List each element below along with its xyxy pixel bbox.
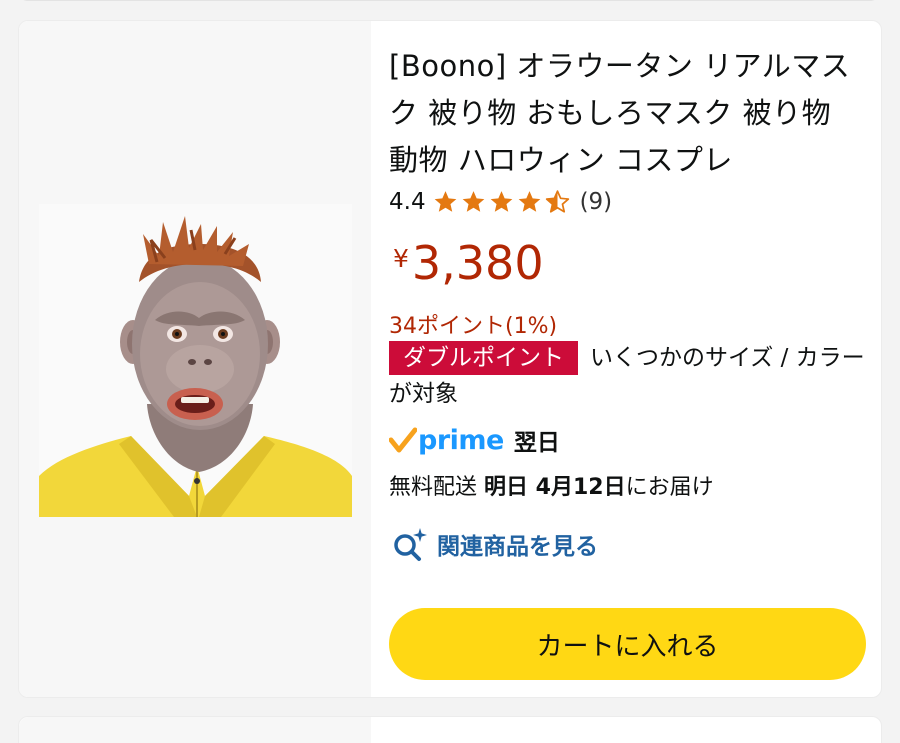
star-full-icon [434, 191, 456, 212]
delivery-prefix: 無料配送 [389, 475, 484, 500]
orangutan-mask-photo [39, 204, 352, 517]
search-results-page: [Boono] オラウータン リアルマスク 被り物 おもしろマスク 被り物 動物… [0, 0, 900, 743]
product-image-pane[interactable] [19, 21, 371, 697]
related-products-label: 関連商品を見る [437, 534, 598, 560]
star-rating[interactable] [432, 189, 572, 215]
promo-row: ダブルポイント いくつかのサイズ / カラーが対象 [389, 340, 869, 412]
price-value: 3,380 [411, 236, 544, 290]
double-point-badge: ダブルポイント [389, 341, 578, 375]
delivery-date: 明日 4月12日 [484, 475, 626, 500]
product-details: [Boono] オラウータン リアルマスク 被り物 おもしろマスク 被り物 動物… [389, 21, 869, 697]
star-half-icon [545, 190, 569, 213]
next-result-image-pane[interactable] [19, 717, 371, 743]
product-image[interactable] [39, 204, 352, 517]
previous-result-card [18, 0, 880, 1]
delivery-info: 無料配送 明日 4月12日にお届け [389, 469, 714, 501]
rating-row[interactable]: 4.4 (9) [389, 184, 612, 220]
rating-value: 4.4 [389, 189, 426, 215]
price: ¥ 3,380 [393, 235, 544, 291]
star-full-icon [462, 191, 484, 212]
delivery-suffix: にお届け [625, 475, 714, 500]
review-count[interactable]: (9) [580, 189, 613, 215]
related-products-link[interactable]: 関連商品を見る [391, 526, 598, 562]
search-sparkle-icon [394, 528, 427, 561]
next-result-card[interactable] [18, 716, 882, 743]
add-to-cart-button[interactable]: カートに入れる [389, 608, 866, 680]
prime-badge-row: prime 翌日 [389, 421, 560, 459]
prime-logo: prime [418, 424, 504, 456]
prime-delivery-day: 翌日 [513, 430, 560, 456]
prime-check-icon [389, 427, 417, 453]
price-currency-symbol: ¥ [393, 244, 409, 273]
product-card[interactable]: [Boono] オラウータン リアルマスク 被り物 おもしろマスク 被り物 動物… [18, 20, 882, 698]
star-full-icon [518, 191, 540, 212]
product-title[interactable]: [Boono] オラウータン リアルマスク 被り物 おもしろマスク 被り物 動物… [389, 43, 867, 184]
points-text: 34ポイント(1%) [389, 314, 558, 339]
star-full-icon [490, 191, 512, 212]
